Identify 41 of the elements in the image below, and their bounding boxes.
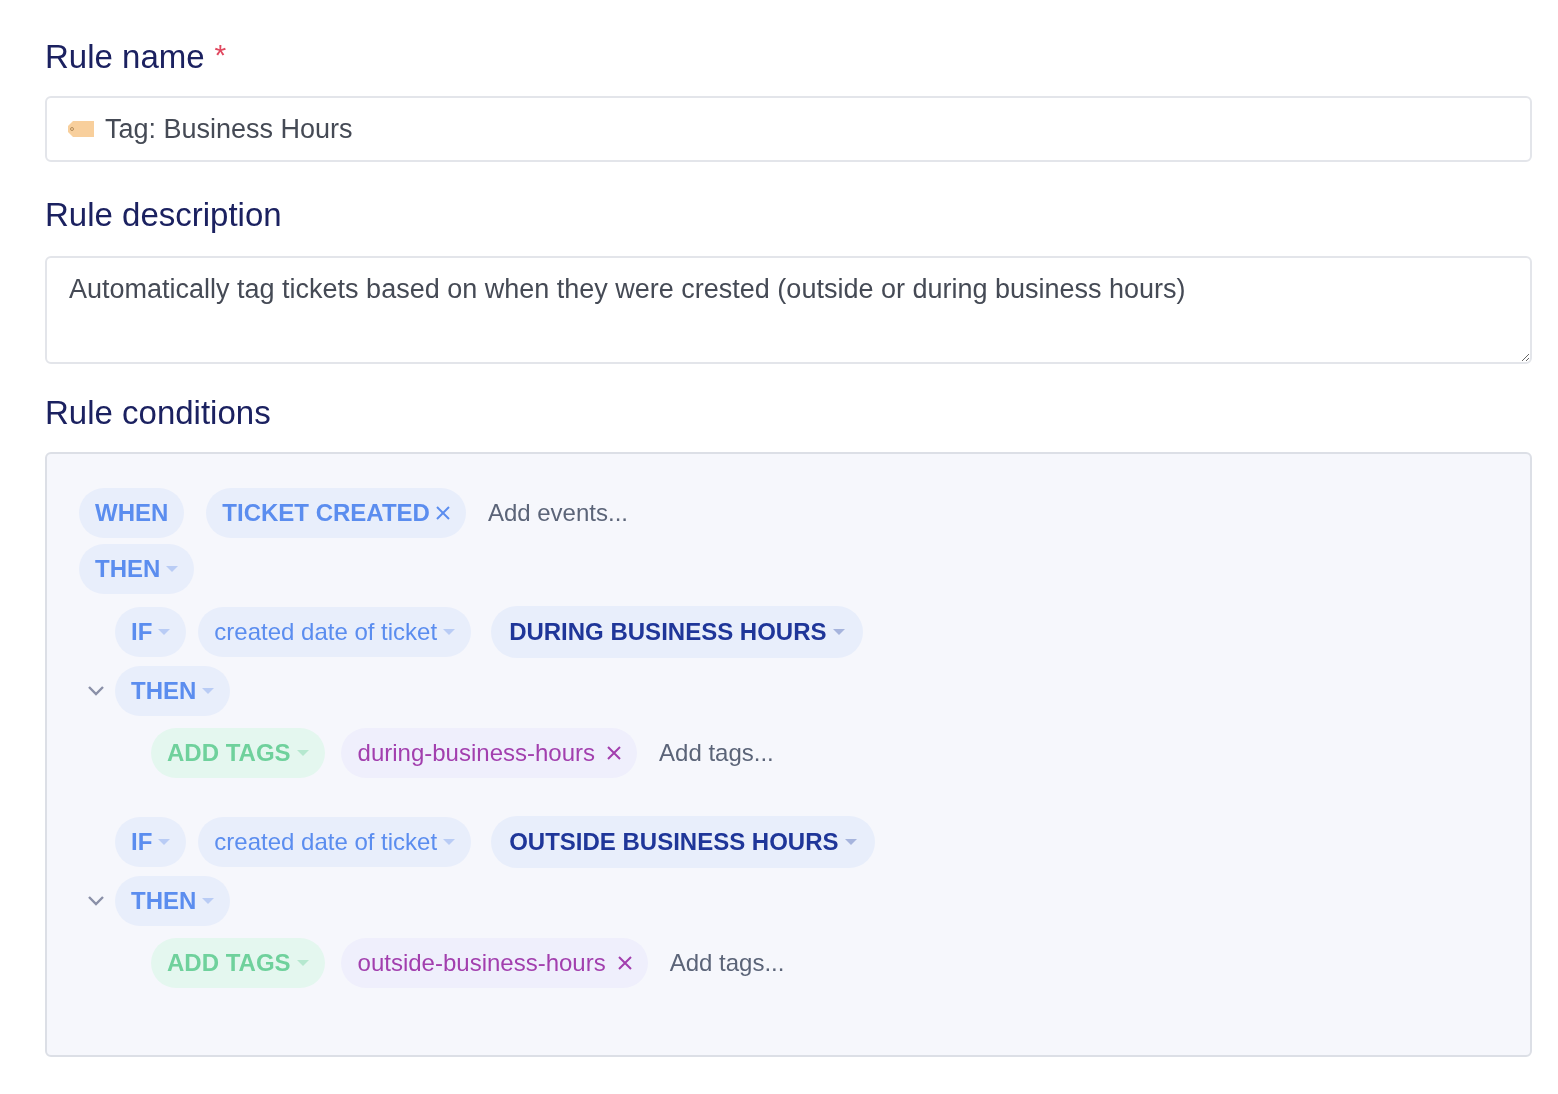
add-tags-input[interactable]: Add tags... xyxy=(659,739,774,767)
caret-icon xyxy=(202,898,215,904)
required-mark: * xyxy=(214,38,227,72)
caret-icon xyxy=(158,629,171,635)
if-dropdown[interactable]: IF xyxy=(115,607,187,657)
when-pill: WHEN xyxy=(79,488,185,538)
caret-icon xyxy=(202,688,215,694)
condition-dropdown[interactable]: DURING BUSINESS HOURS xyxy=(491,606,863,658)
rule-name-field[interactable]: Tag: Business Hours xyxy=(45,96,1532,162)
chevron-icon[interactable] xyxy=(87,895,105,907)
tag-chip[interactable]: outside-business-hours xyxy=(340,938,648,988)
caret-icon xyxy=(443,839,456,845)
caret-icon xyxy=(832,629,845,635)
caret-icon xyxy=(166,566,179,572)
remove-icon[interactable] xyxy=(435,506,450,520)
description-field[interactable]: Automatically tag tickets based on when they were crested (outside or during business hours) xyxy=(45,256,1532,364)
caret-icon xyxy=(158,839,171,845)
remove-icon[interactable] xyxy=(607,746,622,760)
chevron-icon[interactable] xyxy=(87,685,105,697)
event-chip[interactable]: TICKET CREATED xyxy=(206,488,466,538)
add-tags-dropdown[interactable]: ADD TAGS xyxy=(151,728,325,778)
caret-icon xyxy=(443,629,456,635)
condition-dropdown[interactable]: OUTSIDE BUSINESS HOURS xyxy=(491,816,875,868)
field-dropdown[interactable]: created date of ticket xyxy=(198,817,472,867)
field-dropdown[interactable]: created date of ticket xyxy=(198,607,472,657)
caret-icon xyxy=(296,750,309,756)
tag-icon xyxy=(67,120,95,138)
then-dropdown[interactable]: THEN xyxy=(79,544,195,594)
rule-description-label: Rule description xyxy=(45,196,282,234)
add-tags-input[interactable]: Add tags... xyxy=(669,949,785,977)
if-dropdown[interactable]: IF xyxy=(115,817,187,867)
rule-name-label: Rule name xyxy=(45,38,205,76)
rule-conditions-label: Rule conditions xyxy=(45,394,271,432)
then-dropdown[interactable]: THEN xyxy=(115,876,231,926)
then-dropdown[interactable]: THEN xyxy=(115,666,231,716)
caret-icon xyxy=(844,839,857,845)
remove-icon[interactable] xyxy=(617,956,632,970)
add-events-input[interactable]: Add events... xyxy=(487,499,628,527)
add-tags-dropdown[interactable]: ADD TAGS xyxy=(151,938,325,988)
tag-chip[interactable]: during-business-hours xyxy=(340,728,638,778)
caret-icon xyxy=(296,960,309,966)
